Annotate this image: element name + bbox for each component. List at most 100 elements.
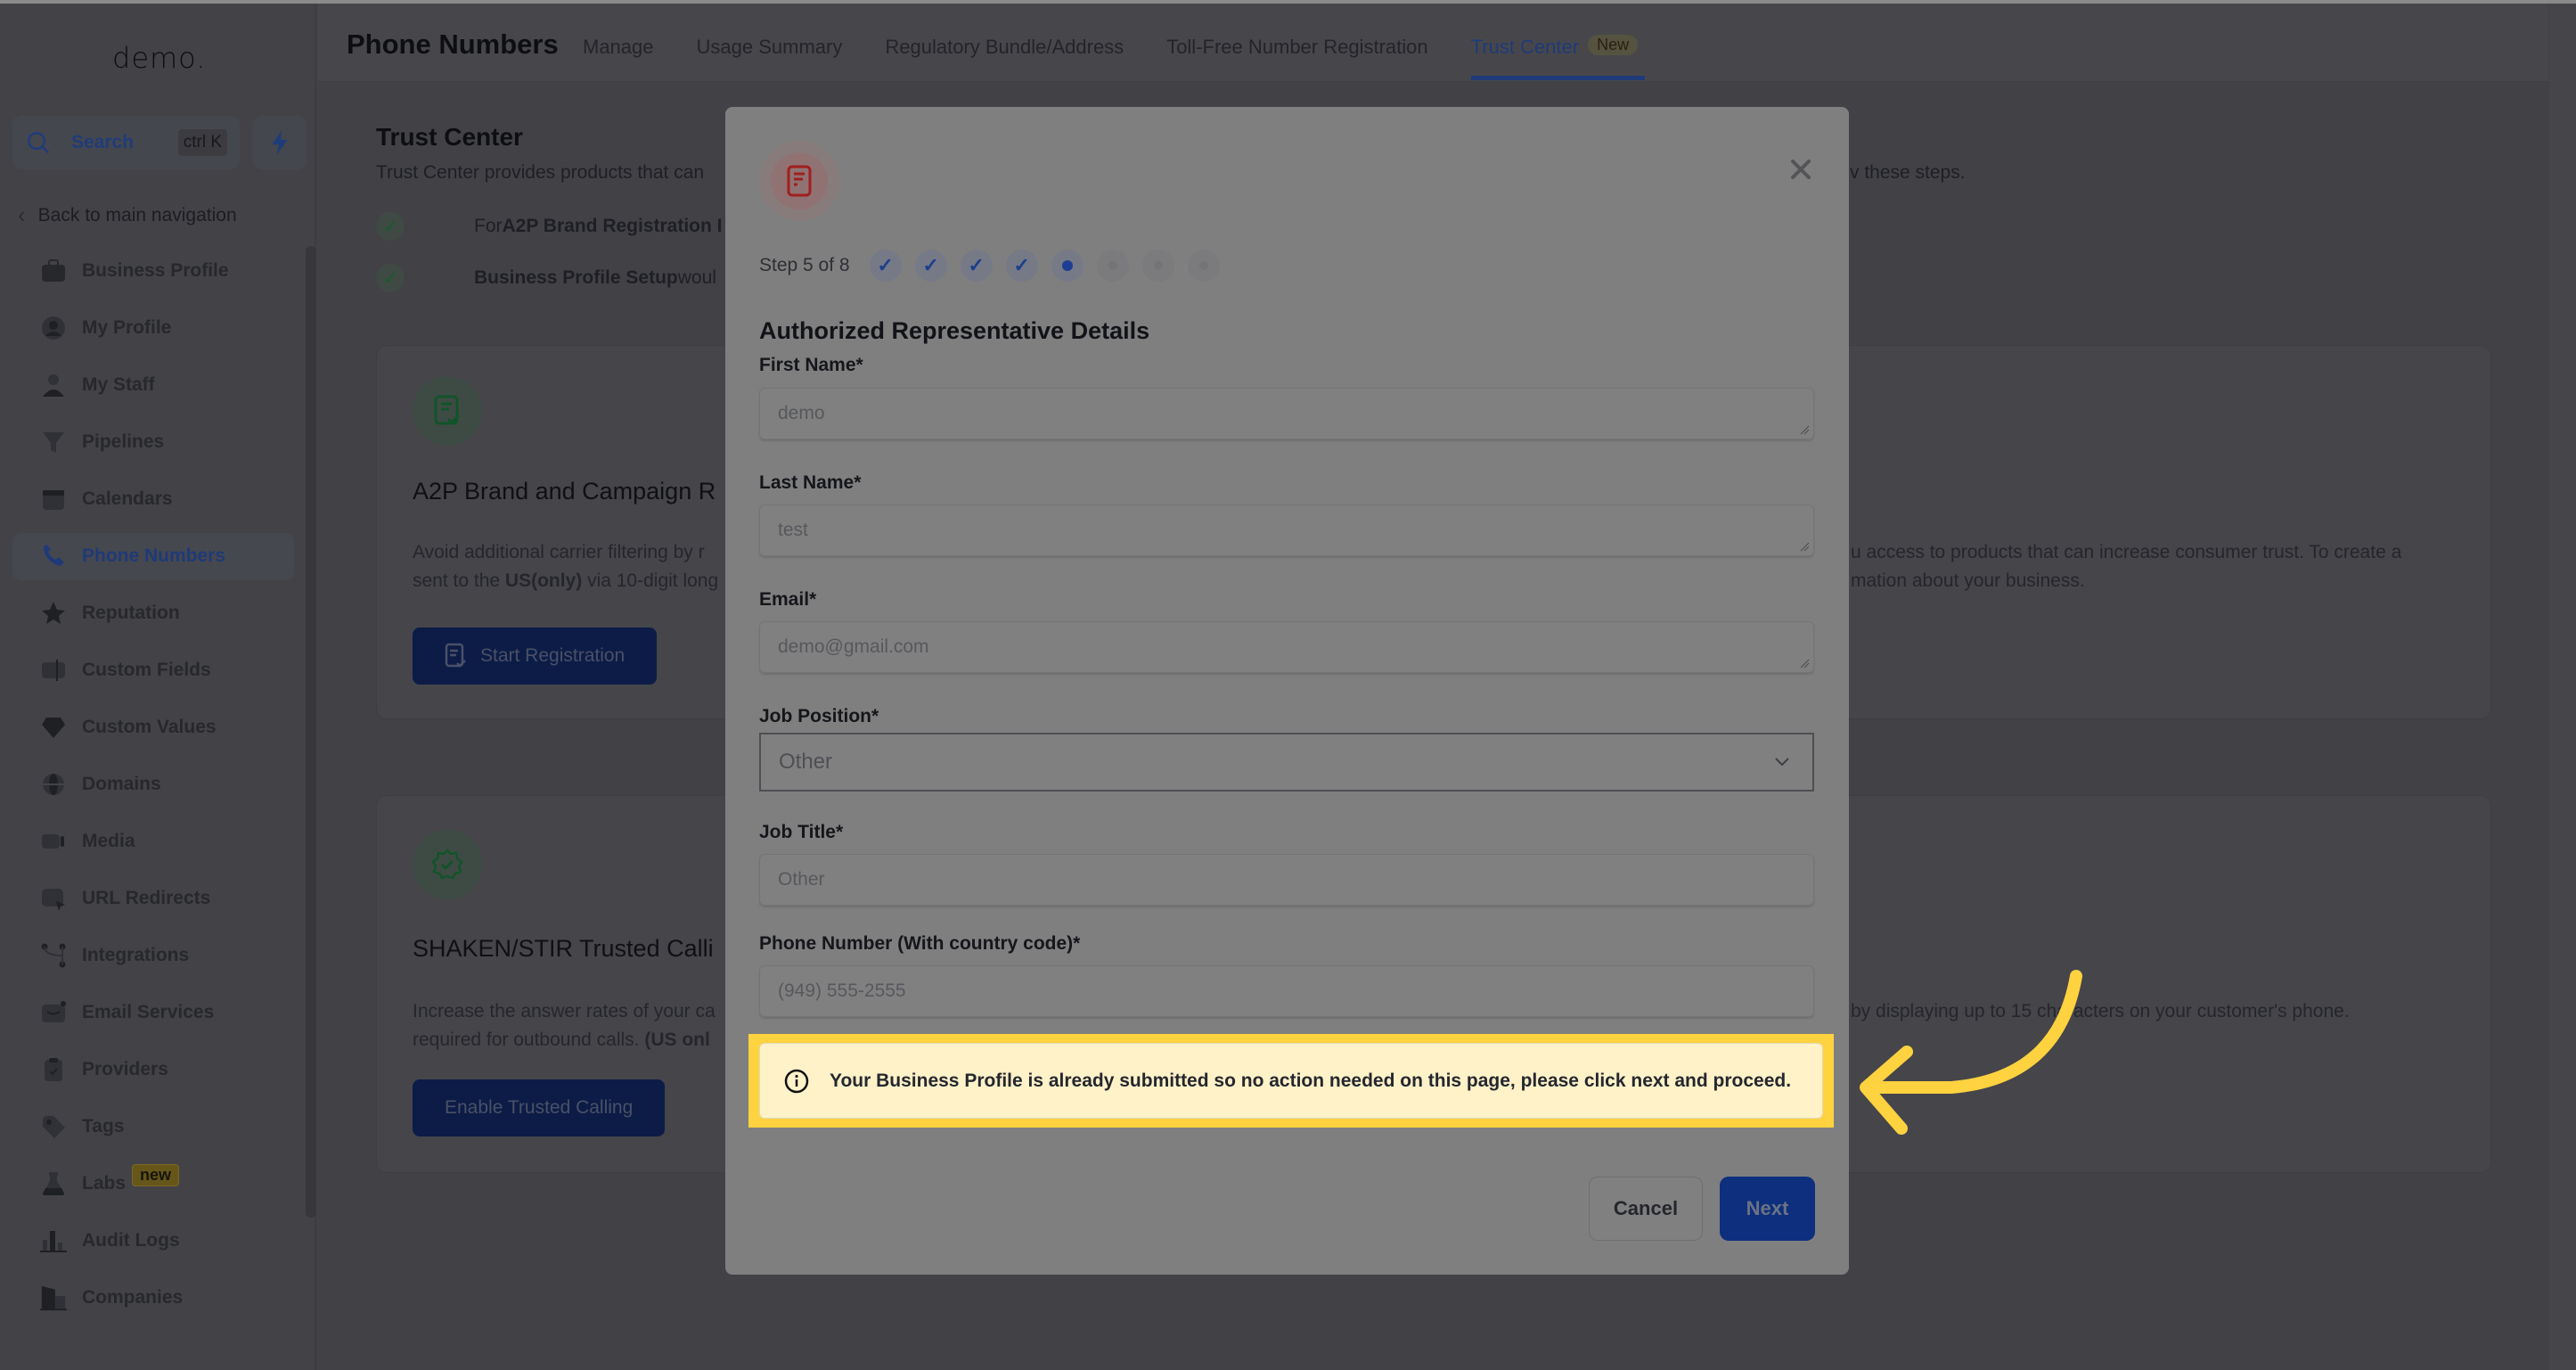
sidebar-item-my-staff[interactable]: My Staff <box>12 362 294 409</box>
resize-handle-icon[interactable] <box>1799 424 1810 435</box>
calendar-icon <box>39 485 68 513</box>
email-label: Email* <box>759 589 817 610</box>
sidebar-item-reputation[interactable]: Reputation <box>12 590 294 637</box>
last-name-label: Last Name* <box>759 472 862 493</box>
check-icon: ✓ <box>376 212 405 241</box>
step-5-current <box>1051 250 1084 282</box>
sidebar-item-providers[interactable]: Providers <box>12 1046 294 1094</box>
search-icon <box>28 132 50 154</box>
last-name-field[interactable]: test <box>759 505 1814 556</box>
sidebar-scrollbar[interactable] <box>306 246 316 1218</box>
close-button[interactable] <box>1783 152 1819 187</box>
check-icon: ✓ <box>376 264 405 292</box>
step-2-complete: ✓ <box>914 250 947 282</box>
step-label: Step 5 of 8 <box>759 255 850 275</box>
diamond-icon <box>39 713 68 742</box>
sidebar-item-phone-numbers[interactable]: Phone Numbers <box>12 532 294 580</box>
tab-trust-center[interactable]: Trust Center New <box>1470 35 1646 80</box>
resize-handle-icon[interactable] <box>1799 541 1810 552</box>
back-label: Back to main navigation <box>37 204 237 226</box>
card-description: Avoid additional carrier filtering by r … <box>413 542 719 591</box>
new-badge: New <box>1588 35 1639 55</box>
quick-actions-button[interactable] <box>253 116 307 169</box>
text-field-icon <box>39 656 68 685</box>
globe-icon <box>39 770 68 799</box>
back-to-main-navigation[interactable]: ‹ Back to main navigation <box>18 201 237 229</box>
first-name-label: First Name* <box>759 355 863 375</box>
section-description: Trust Center provides products that can <box>376 162 705 183</box>
step-4-complete: ✓ <box>1005 250 1038 282</box>
tab-toll-free-registration[interactable]: Toll-Free Number Registration <box>1166 36 1427 80</box>
sidebar-item-pipelines[interactable]: Pipelines <box>12 419 294 466</box>
sidebar-item-business-profile[interactable]: Business Profile <box>12 248 294 295</box>
start-registration-button[interactable]: Start Registration <box>413 628 658 685</box>
sidebar-item-my-profile[interactable]: My Profile <box>12 305 294 352</box>
chevron-left-icon: ‹ <box>18 201 26 228</box>
sidebar-item-custom-values[interactable]: Custom Values <box>12 704 294 751</box>
integration-icon <box>39 941 68 970</box>
video-icon <box>39 827 68 856</box>
chevron-down-icon <box>1775 758 1789 767</box>
card-description-continued: by displaying up to 15 characters on you… <box>1851 1001 2350 1021</box>
tag-icon <box>39 1112 68 1141</box>
sidebar-item-companies[interactable]: Companies <box>12 1275 294 1322</box>
user-circle-icon <box>39 314 68 342</box>
sidebar-item-tags[interactable]: Tags <box>12 1103 294 1151</box>
next-button[interactable]: Next <box>1720 1177 1815 1241</box>
email-field[interactable]: demo@gmail.com <box>759 621 1814 673</box>
sidebar-item-calendars[interactable]: Calendars <box>12 476 294 523</box>
sidebar-item-custom-fields[interactable]: Custom Fields <box>12 647 294 694</box>
sidebar-item-url-redirects[interactable]: URL Redirects <box>12 875 294 923</box>
form-title: Authorized Representative Details <box>759 317 1150 344</box>
logo: demo. <box>112 41 207 75</box>
document-check-icon <box>445 643 466 668</box>
star-icon <box>39 599 68 628</box>
user-icon <box>39 371 68 399</box>
cursor-icon <box>39 884 68 913</box>
sidebar-item-media[interactable]: Media <box>12 818 294 865</box>
card-title: SHAKEN/STIR Trusted Calli <box>413 935 714 962</box>
settings-nav: Business Profile My Profile My Staff Pip… <box>12 248 294 1332</box>
phone-number-field[interactable]: (949) 555-2555 <box>759 965 1814 1017</box>
step-1-complete: ✓ <box>869 250 902 282</box>
top-header: Phone Numbers Manage Usage Summary Regul… <box>318 4 2548 82</box>
cancel-button[interactable]: Cancel <box>1589 1177 1703 1241</box>
search-shortcut: ctrl K <box>177 129 227 156</box>
search-label: Search <box>71 132 135 152</box>
sidebar-item-audit-logs[interactable]: Audit Logs <box>12 1218 294 1265</box>
building-icon <box>39 1284 68 1312</box>
step-8-pending <box>1187 250 1220 282</box>
phone-number-label: Phone Number (With country code)* <box>759 933 1081 954</box>
job-position-label: Job Position* <box>759 706 879 726</box>
lightning-icon <box>272 130 288 155</box>
tab-regulatory-bundle[interactable]: Regulatory Bundle/Address <box>885 36 1124 80</box>
sidebar-item-domains[interactable]: Domains <box>12 761 294 808</box>
briefcase-icon <box>39 257 68 285</box>
tab-usage-summary[interactable]: Usage Summary <box>697 36 843 80</box>
job-position-select[interactable]: Other <box>759 733 1814 792</box>
document-check-icon <box>413 376 482 446</box>
resize-handle-icon[interactable] <box>1799 658 1810 669</box>
search-button[interactable]: Search ctrl K <box>12 116 240 169</box>
checklist-item: ✓ For A2P Brand Registration I <box>376 212 723 241</box>
flask-icon <box>39 1169 68 1198</box>
first-name-field[interactable]: demo <box>759 388 1814 439</box>
enable-trusted-calling-button[interactable]: Enable Trusted Calling <box>413 1079 666 1136</box>
card-description: Increase the answer rates of your ca req… <box>413 1001 716 1050</box>
card-description-continued: u access to products that can increase c… <box>1851 542 2402 591</box>
highlight-frame: Your Business Profile is already submitt… <box>748 1034 1834 1128</box>
card-title: A2P Brand and Campaign R <box>413 478 716 505</box>
sidebar: demo. Search ctrl K ‹ Back to main navig… <box>0 4 316 1370</box>
step-indicator: Step 5 of 8 ✓ ✓ ✓ ✓ <box>759 250 1233 282</box>
document-icon <box>787 165 812 197</box>
section-description-end: v these steps. <box>1850 162 1966 183</box>
tab-manage[interactable]: Manage <box>583 36 654 80</box>
job-title-field[interactable]: Other <box>759 854 1814 906</box>
sidebar-item-email-services[interactable]: Email Services <box>12 989 294 1037</box>
sidebar-item-labs[interactable]: Labs new <box>12 1161 294 1208</box>
verified-badge-icon <box>413 830 482 899</box>
info-icon <box>784 1069 809 1093</box>
step-7-pending <box>1141 250 1174 282</box>
sidebar-item-integrations[interactable]: Integrations <box>12 932 294 980</box>
mail-icon <box>39 998 68 1027</box>
